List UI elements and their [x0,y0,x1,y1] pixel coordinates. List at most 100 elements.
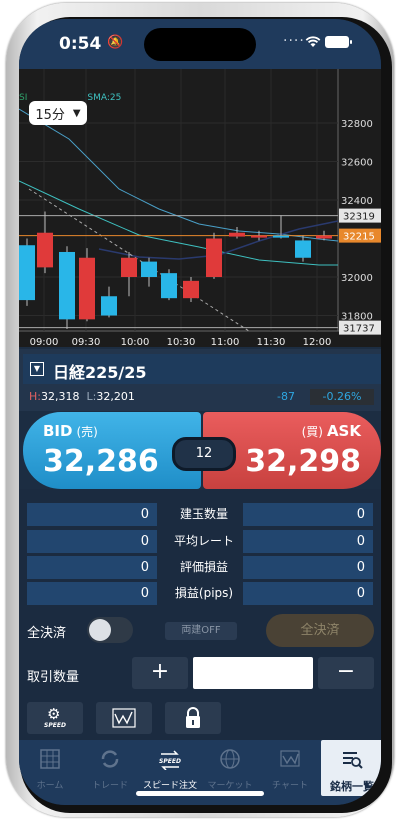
ask-label-row: (買) ASK [302,422,361,440]
tab-label: 銘柄一覧 [330,780,374,793]
close-all-button[interactable]: 全決済 [266,614,374,647]
spread-badge: 12 [172,437,236,471]
x-tick-label: 11:30 [257,337,286,347]
y-tick-label: 32400 [341,196,373,207]
position-buy-value: 0 [243,503,373,526]
battery-icon [325,36,352,48]
y-tick-label: 32600 [341,158,373,169]
position-row-label: 平均レート [173,534,234,548]
position-sell-value: 0 [27,556,157,579]
tab-symbol-list[interactable]: 銘柄一覧 [321,740,381,796]
tab-trade[interactable]: トレード [79,740,141,796]
tab-label: トレード [91,781,128,791]
position-row-label: 建玉数量 [179,507,228,521]
symbol-name: 日経225/25 [53,363,147,382]
bid-sub-label: (売) [76,425,98,439]
candle-body [273,235,289,238]
x-tick-label: 12:00 [303,337,332,347]
position-buy-value: 0 [243,530,373,553]
position-row: 0 平均レート 0 [27,530,373,553]
position-row-label: 損益(pips) [174,586,234,600]
x-tick-label: 10:00 [121,337,150,347]
candle-body [229,232,245,237]
position-row: 0 損益(pips) 0 [27,582,373,605]
candle-body [295,240,311,258]
hedge-off-badge[interactable]: 両建OFF [165,622,237,640]
tab-label: スピード注文 [142,781,197,791]
price-change-percent: -0.26% [310,389,374,405]
ask-label: ASK [326,422,361,440]
high-label: H: [29,390,41,403]
wifi-icon [305,36,321,47]
current-price-marker: 32215 [343,232,375,243]
tab-chart[interactable]: チャート [259,740,321,796]
dropdown-icon: ▼ [30,362,44,376]
candle-body [37,232,53,268]
timeframe-value: 15分 [35,107,65,123]
bid-label-row: BID (売) [43,422,98,440]
close-all-toggle[interactable] [87,617,133,643]
signal-icon: ···· [283,33,305,49]
lock-icon [186,707,200,728]
home-indicator [136,791,264,796]
x-tick-label: 09:30 [72,337,101,347]
position-sell-value: 0 [27,582,157,605]
position-sell-value: 0 [27,503,157,526]
speed-icon-text: SPEED [44,722,66,729]
timeframe-select[interactable]: 15分 ▼ [29,101,87,125]
candle-body [121,257,137,277]
quantity-label: 取引数量 [27,670,80,685]
x-tick-label: 11:00 [211,337,240,347]
chart-toggle-button[interactable] [96,702,152,734]
status-time: 0:54 [59,34,102,54]
candle-body [79,257,95,320]
x-tick-label: 09:00 [30,337,59,347]
candle-body [206,238,222,277]
position-sell-value: 0 [27,530,157,553]
candle-body [101,296,117,316]
toggle-knob [89,619,111,641]
screen: 0:54 🔕 ···· 32800 32600 32400 32000 31800 09:… [19,19,381,805]
candle-body [59,251,75,320]
position-row: 0 建玉数量 0 [27,503,373,526]
tab-label: マーケット [207,781,253,791]
speed-settings-button[interactable]: ⚙ SPEED [27,702,83,734]
position-row: 0 評価損益 0 [27,556,373,579]
y-tick-label: 32800 [341,119,373,130]
tab-globe[interactable]: マーケット [199,740,261,796]
quantity-input[interactable] [193,657,313,689]
low-value: 32,201 [96,390,135,403]
triangle-down-icon: ▼ [72,107,81,119]
position-buy-value: 0 [243,582,373,605]
candle-body [141,261,157,277]
low-label: L: [86,390,97,403]
candle-body [183,280,199,299]
quantity-plus-button[interactable]: + [132,657,188,689]
tab-home[interactable]: ホーム [19,740,81,796]
high-value: 32,318 [40,390,80,403]
tab-label: チャート [272,781,308,791]
quantity-minus-button[interactable]: − [318,657,374,689]
ask-price: 32,298 [245,444,361,479]
y-tick-label: 32000 [341,273,373,284]
candle-body [161,273,177,299]
tab-speed-order[interactable]: SPEED スピード注文 [139,740,201,796]
trend-line-upper [19,108,339,242]
lock-button[interactable] [165,702,221,734]
bid-price: 32,286 [43,444,159,479]
gear-icon: ⚙ [47,705,61,723]
low-price-marker: 31737 [343,324,375,335]
svg-text:SPEED: SPEED [159,758,181,765]
candle-body [19,245,35,301]
status-bar: 0:54 🔕 ···· [19,19,381,69]
bell-muted-icon: 🔕 [107,35,124,50]
tab-label: ホーム [36,781,64,791]
close-all-label: 全決済 [27,626,67,641]
ask-sub-label: (買) [301,425,323,439]
position-row-label: 評価損益 [179,560,228,574]
dynamic-island [144,28,256,61]
candle-body [251,235,267,238]
high-price-marker: 32319 [343,212,375,223]
symbol-selector[interactable]: ▼ 日経225/25 [23,354,381,384]
high-low-text: H:32,318 L:32,201 [29,390,135,403]
